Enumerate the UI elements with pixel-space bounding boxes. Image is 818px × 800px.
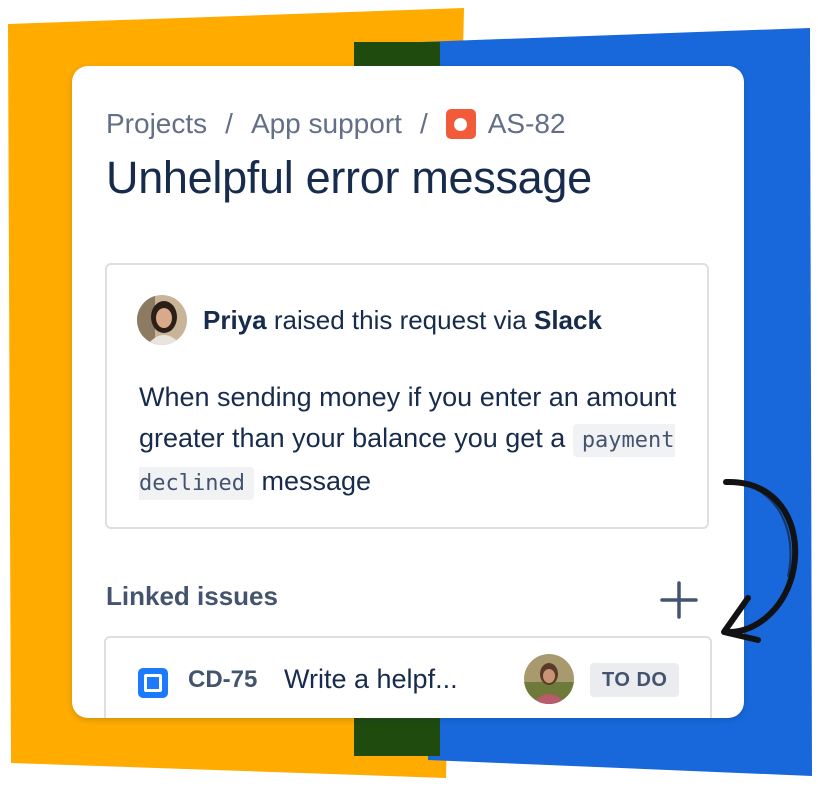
request-raised-text: raised this request via [273,304,527,335]
requester-row: Priya raised this request via Slack [137,295,602,345]
breadcrumb-separator: / [419,108,428,139]
request-details: Priya raised this request via Slack When… [105,263,709,529]
issue-type-icon [445,109,476,139]
task-icon [138,668,168,698]
requester-avatar[interactable] [137,295,187,345]
linked-issue-key[interactable]: CD-75 [188,666,257,694]
curved-arrow-icon [721,478,799,643]
request-description: When sending money if you enter an amoun… [139,377,699,504]
issue-title[interactable]: Unhelpful error message [106,152,592,204]
breadcrumb-issue-key: AS-82 [487,108,566,139]
assignee-avatar[interactable] [524,654,574,704]
linked-issue-summary[interactable]: Write a helpf... [284,664,458,695]
status-badge[interactable]: TO DO [590,663,680,697]
breadcrumb-projects[interactable]: Projects [106,108,207,140]
breadcrumb-separator: / [225,108,233,139]
requester-line: Priya raised this request via Slack [203,305,602,336]
requester-name[interactable]: Priya [203,305,267,335]
add-linked-issue-button[interactable] [657,578,701,622]
request-channel: Slack [533,304,602,335]
plus-icon [660,581,698,619]
linked-issue-row[interactable]: CD-75 Write a helpf... TO DO [104,636,712,718]
issue-card: Projects / App support / AS-82 Unhelpful… [72,66,744,718]
breadcrumb-issue[interactable]: AS-82 [445,108,566,140]
breadcrumb: Projects / App support / AS-82 [106,104,566,144]
linked-issues-heading: Linked issues [106,581,278,611]
description-text-end: message [261,466,372,496]
breadcrumb-project[interactable]: App support [251,108,402,140]
